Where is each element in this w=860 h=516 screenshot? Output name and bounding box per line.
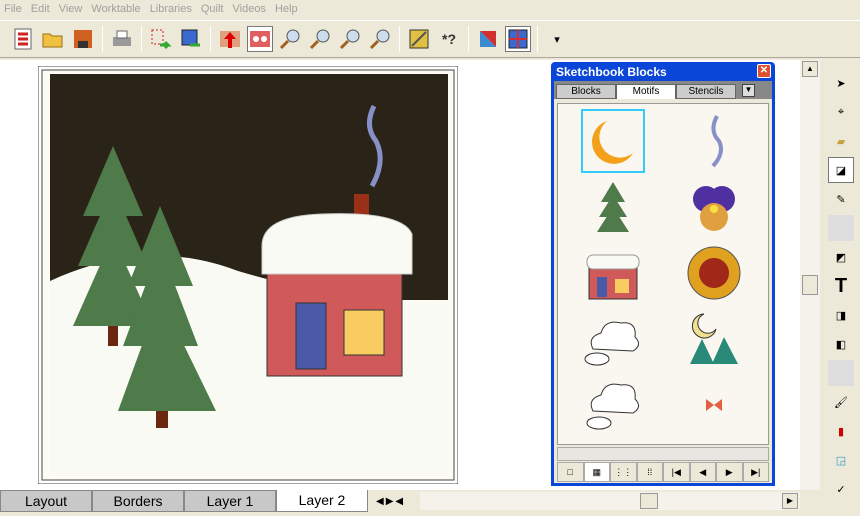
disabled-tool-icon-2 — [828, 360, 854, 386]
fussy-cut-icon[interactable] — [406, 26, 432, 52]
pick-tool-icon[interactable]: ➤ — [828, 70, 854, 96]
hscroll-thumb[interactable] — [640, 493, 658, 509]
eraser-icon[interactable]: ✎ — [828, 186, 854, 212]
motif-pansy[interactable] — [663, 174, 764, 240]
spray-icon[interactable]: ▮ — [828, 418, 854, 444]
window — [343, 309, 385, 356]
menu-libraries[interactable]: Libraries — [146, 0, 197, 18]
motif-moon[interactable] — [562, 108, 663, 174]
menu-edit[interactable]: Edit — [27, 0, 55, 18]
tab-layout[interactable]: Layout — [0, 490, 92, 512]
palette-title: Sketchbook Blocks — [556, 65, 667, 79]
export-icon[interactable] — [217, 26, 243, 52]
motif-smoke[interactable] — [663, 108, 764, 174]
scroll-right-icon[interactable]: ▶ — [782, 493, 798, 509]
print-icon[interactable] — [109, 26, 135, 52]
help-pointer-icon[interactable]: *? — [436, 26, 462, 52]
menu-help[interactable]: Help — [271, 0, 303, 18]
chevron-down-icon[interactable]: ▼ — [742, 84, 755, 97]
motif-butterfly[interactable] — [663, 372, 764, 438]
view-sketchbook-icon[interactable] — [247, 26, 273, 52]
motif-cloud-small[interactable] — [562, 372, 663, 438]
scroll-up-icon[interactable]: ▲ — [802, 61, 818, 77]
tab-layer-1[interactable]: Layer 1 — [184, 490, 276, 512]
horizontal-scrollbar[interactable]: ▶ — [420, 492, 800, 510]
motif-night-scene[interactable] — [663, 306, 764, 372]
door — [295, 302, 327, 370]
tab-stencils[interactable]: Stencils — [676, 84, 736, 99]
fit-to-window-icon[interactable] — [367, 26, 393, 52]
disabled-tool-icon — [828, 215, 854, 241]
menu-bar: File Edit View Worktable Libraries Quilt… — [0, 0, 860, 18]
sketchbook-blocks-palette: Sketchbook Blocks ✕ Blocks Motifs Stencil… — [551, 62, 775, 486]
vertical-scrollbar[interactable]: ▲ — [800, 60, 820, 490]
palette-horizontal-scrollbar[interactable] — [557, 447, 769, 461]
add-to-sketchbook-icon[interactable] — [178, 26, 204, 52]
view-1-icon[interactable]: □ — [557, 462, 584, 482]
tab-scroll-right-icon[interactable]: ▶ — [386, 496, 394, 507]
last-page-icon[interactable]: ▶| — [742, 462, 769, 482]
menu-view[interactable]: View — [55, 0, 88, 18]
motif-cloud[interactable] — [562, 306, 663, 372]
palette-title-bar[interactable]: Sketchbook Blocks ✕ — [554, 62, 772, 81]
rotate-tool-icon[interactable]: ◨ — [828, 302, 854, 328]
tab-scroll-left-icon[interactable]: ◀ — [376, 496, 384, 507]
tab-blocks[interactable]: Blocks — [556, 84, 616, 99]
scroll-thumb[interactable] — [802, 275, 818, 295]
paintbrush-tool-icon[interactable]: ◪ — [828, 157, 854, 183]
motif-grid — [557, 103, 769, 445]
tool-palette: ➤ ⌖ ▰ ◪ ✎ ◩ T ◨ ◧ 🖌 ▮ ◲ ✓ — [822, 60, 860, 516]
palette-view-controls: □ ▦ ⋮⋮ ⁞⁞ |◀ ◀ ▶ ▶| — [557, 462, 769, 482]
view-16-icon[interactable]: ⁞⁞ — [636, 462, 663, 482]
menu-videos[interactable]: Videos — [229, 0, 271, 18]
view-9-icon[interactable]: ⋮⋮ — [610, 462, 637, 482]
menu-file[interactable]: File — [0, 0, 27, 18]
zoom-actual-icon[interactable] — [337, 26, 363, 52]
ruler-icon[interactable]: ▰ — [828, 128, 854, 154]
block-worktable-icon[interactable] — [475, 26, 501, 52]
open-icon[interactable] — [40, 26, 66, 52]
first-page-icon[interactable]: |◀ — [663, 462, 690, 482]
tab-scroll-end-icon[interactable]: ◀ — [395, 496, 403, 507]
menu-quilt[interactable]: Quilt — [197, 0, 229, 18]
menu-worktable[interactable]: Worktable — [87, 0, 145, 18]
shape-tool-icon[interactable]: ⌖ — [828, 99, 854, 125]
new-icon[interactable] — [10, 26, 36, 52]
tab-motifs[interactable]: Motifs — [616, 84, 676, 99]
send-to-sketchbook-icon[interactable] — [148, 26, 174, 52]
brush-icon[interactable]: 🖌 — [828, 389, 854, 415]
motif-sunflower[interactable] — [663, 240, 764, 306]
tab-layer-2[interactable]: Layer 2 — [276, 490, 368, 512]
toolbar-overflow-icon[interactable]: ▾ — [544, 26, 570, 52]
zoom-in-icon[interactable] — [277, 26, 303, 52]
zoom-out-icon[interactable] — [307, 26, 333, 52]
save-icon[interactable] — [70, 26, 96, 52]
view-4-icon[interactable]: ▦ — [583, 462, 610, 482]
text-tool-icon[interactable]: T — [828, 273, 854, 299]
tab-borders[interactable]: Borders — [92, 490, 184, 512]
eyedropper-icon[interactable]: ✓ — [828, 476, 854, 502]
motif-tree[interactable] — [562, 174, 663, 240]
flip-tool-icon[interactable]: ◧ — [828, 331, 854, 357]
quilt-canvas[interactable] — [38, 66, 458, 484]
prev-page-icon[interactable]: ◀ — [689, 462, 716, 482]
swap-colors-icon[interactable]: ◲ — [828, 447, 854, 473]
quilt-worktable-icon[interactable] — [505, 26, 531, 52]
close-icon[interactable]: ✕ — [757, 64, 771, 78]
motif-house[interactable] — [562, 240, 663, 306]
swap-color-icon[interactable]: ◩ — [828, 244, 854, 270]
toolbar: *? ▾ — [0, 20, 860, 58]
next-page-icon[interactable]: ▶ — [716, 462, 743, 482]
roof-snow — [261, 213, 413, 275]
